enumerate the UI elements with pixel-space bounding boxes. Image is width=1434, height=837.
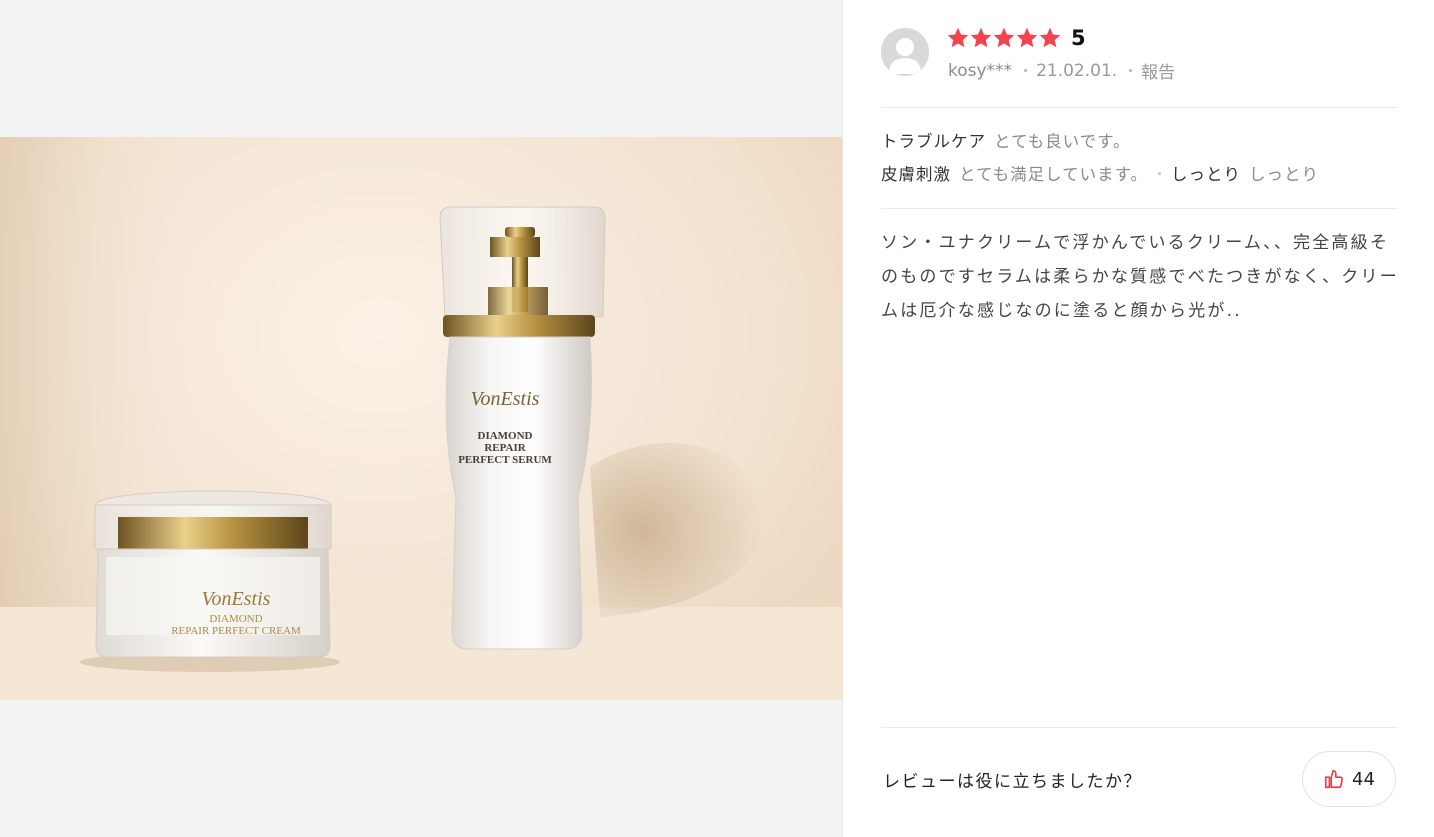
section-divider — [881, 208, 1398, 209]
star-icon — [993, 27, 1015, 48]
star-icon — [947, 27, 969, 48]
report-link[interactable]: 報告 — [1141, 58, 1175, 83]
review-panel: 5 kosy*** 21.02.01. 報告 トラブルケア とても良いです。 皮… — [843, 0, 1434, 837]
reviewer-name: kosy*** — [948, 60, 1013, 81]
review-photo[interactable]: VonEstis DIAMOND REPAIR PERFECT SERUM Vo… — [0, 137, 842, 700]
rating-score: 5 — [1071, 26, 1086, 50]
serum-name-line-1: DIAMOND — [478, 430, 533, 442]
attribute-row: トラブルケア とても良いです。 — [881, 128, 1131, 152]
serum-bottle: VonEstis DIAMOND REPAIR PERFECT SERUM — [439, 206, 606, 650]
rating-stars: 5 — [946, 26, 1086, 50]
attribute-row: 皮膚刺激 とても満足しています。 しっとり しっとり — [881, 161, 1319, 185]
review-detail-modal: VonEstis DIAMOND REPAIR PERFECT SERUM Vo… — [0, 0, 1434, 837]
like-button[interactable]: 44 — [1302, 751, 1396, 807]
attribute-separator — [1158, 171, 1162, 175]
attribute-key-moisture: しっとり — [1171, 165, 1242, 184]
star-icon — [1016, 27, 1038, 48]
review-body: ソン・ユナクリームで浮かんでいるクリーム、、完全高級そのものですセラムは柔らかな… — [881, 233, 1399, 321]
photo-viewer: VonEstis DIAMOND REPAIR PERFECT SERUM Vo… — [0, 0, 842, 837]
product-photo-illustration: VonEstis DIAMOND REPAIR PERFECT SERUM Vo… — [0, 137, 842, 700]
review-date: 21.02.01. — [1036, 60, 1118, 81]
meta-separator — [1024, 69, 1028, 72]
cream-jar: VonEstis DIAMOND REPAIR PERFECT CREAM — [94, 490, 332, 658]
section-divider — [881, 107, 1398, 108]
user-avatar-icon — [881, 28, 929, 76]
section-divider — [881, 727, 1398, 728]
attribute-key-skin-irritation: 皮膚刺激 — [881, 165, 951, 184]
serum-name-line-3: PERFECT SERUM — [458, 454, 552, 466]
cream-name-line-1: DIAMOND — [209, 613, 262, 625]
thumbs-up-icon — [1324, 769, 1344, 789]
attribute-value-skin-irritation: とても満足しています。 — [959, 165, 1149, 184]
review-meta: kosy*** 21.02.01. 報告 — [948, 58, 1175, 84]
star-icon — [970, 27, 992, 48]
attribute-key-trouble-care: トラブルケア — [881, 132, 986, 151]
helpful-question: レビューは役に立ちましたか？ — [883, 772, 1142, 792]
serum-name-line-2: REPAIR — [484, 442, 526, 454]
attribute-value-trouble-care: とても良いです。 — [994, 132, 1131, 151]
like-count: 44 — [1352, 768, 1375, 790]
star-icon — [1039, 27, 1061, 48]
cream-brand-text: VonEstis — [202, 588, 271, 610]
cream-name-line-2: REPAIR PERFECT CREAM — [171, 625, 301, 637]
serum-brand-text: VonEstis — [471, 388, 540, 410]
attribute-value-moisture: しっとり — [1249, 165, 1320, 184]
meta-separator — [1129, 69, 1133, 72]
